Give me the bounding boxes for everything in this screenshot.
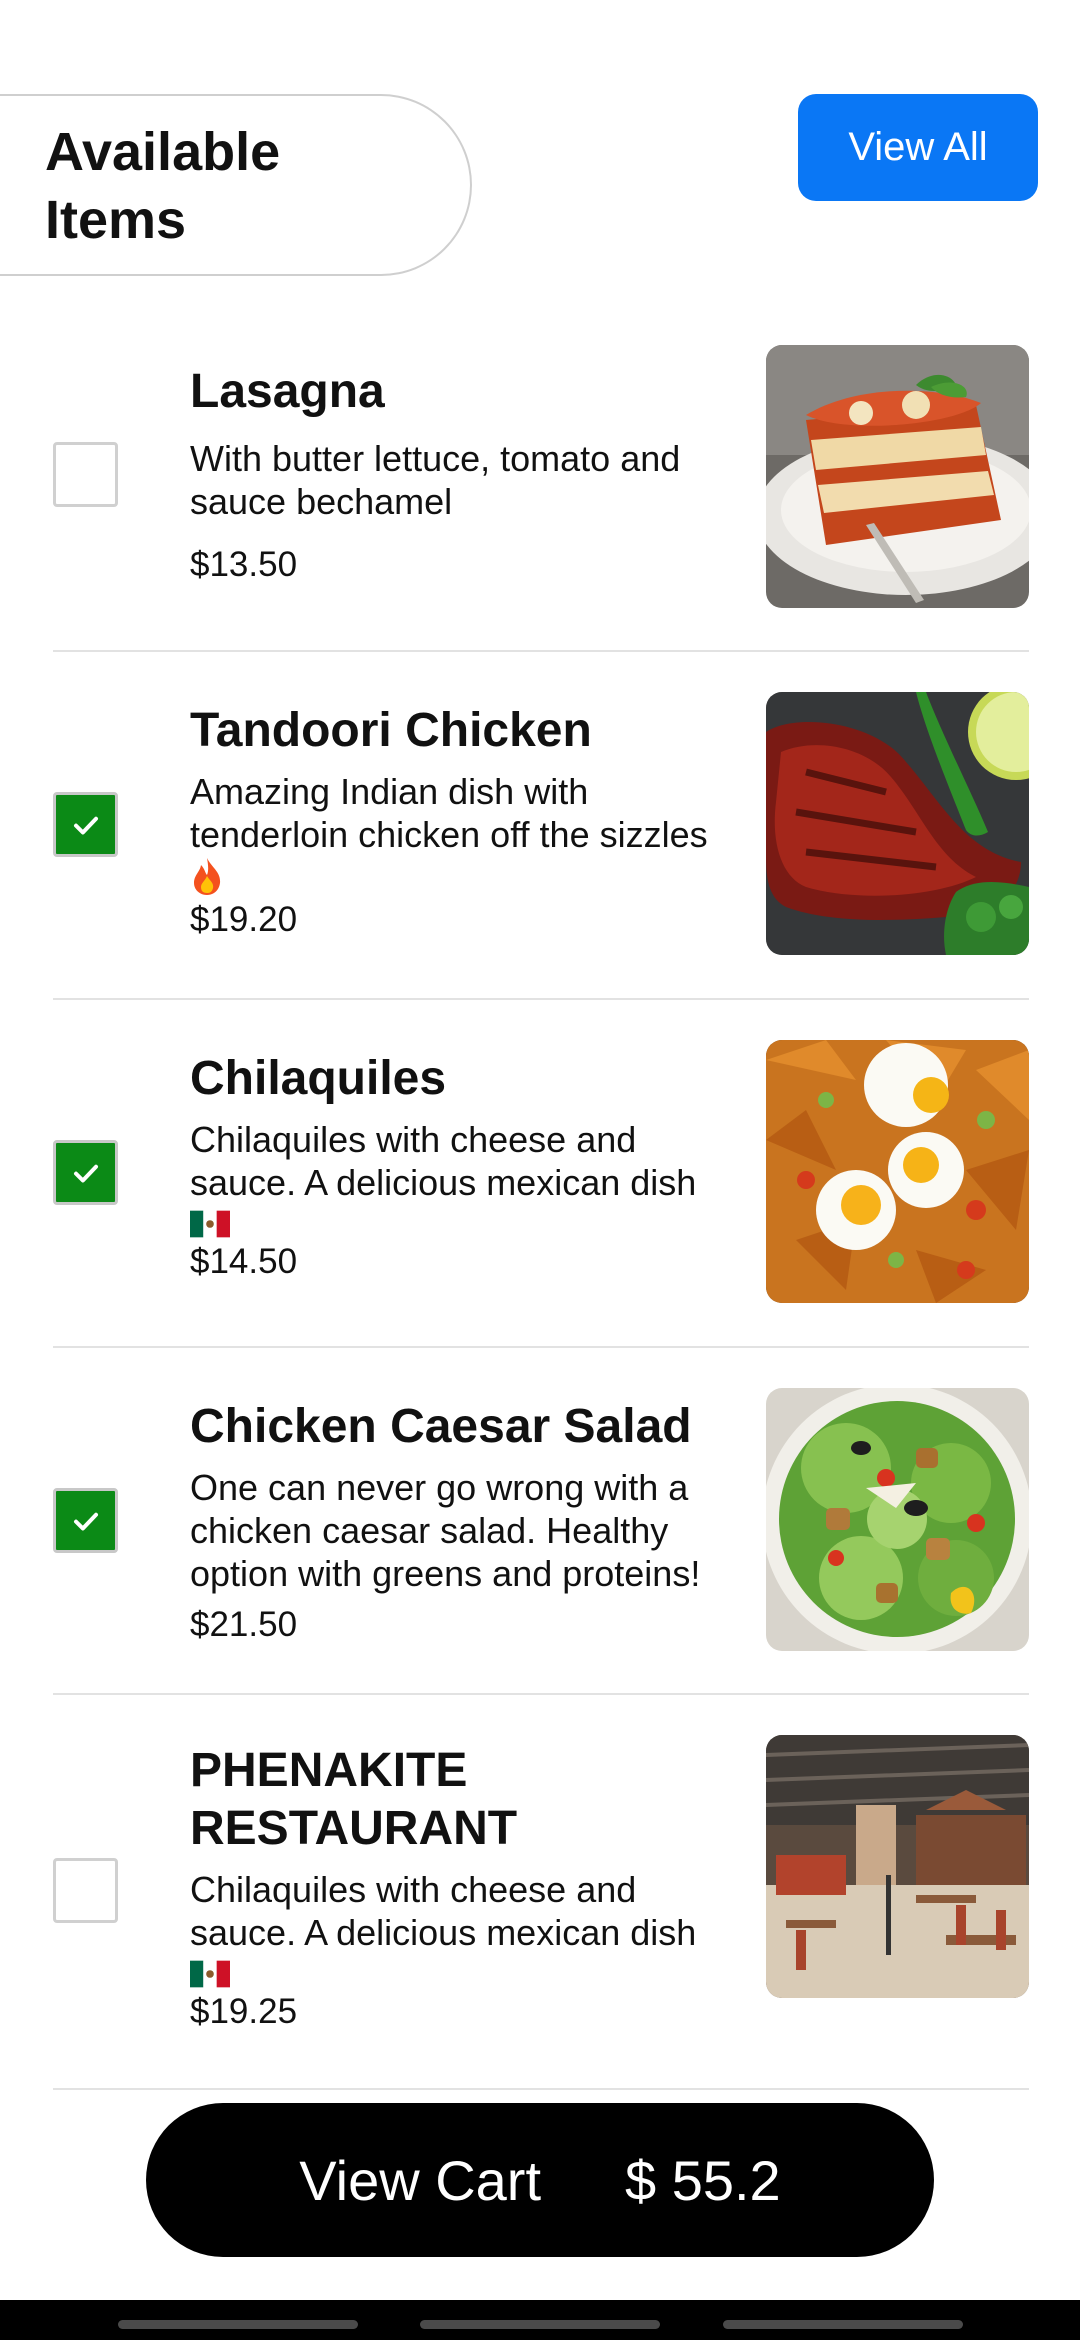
- item-checkbox[interactable]: [53, 1140, 118, 1205]
- item-name: PHENAKITE RESTAURANT: [190, 1744, 518, 1855]
- item-name: Chilaquiles: [190, 1052, 447, 1105]
- item-text: Lasagna With butter lettuce, tomato and …: [190, 363, 750, 587]
- divider: [53, 650, 1029, 652]
- nav-handle: [118, 2320, 358, 2329]
- item-description: Amazing Indian dish with tenderloin chic…: [190, 771, 708, 855]
- divider: [53, 1693, 1029, 1695]
- divider: [53, 998, 1029, 1000]
- item-text: Chilaquiles Chilaquiles with cheese and …: [190, 1050, 750, 1284]
- item-checkbox[interactable]: [53, 1858, 118, 1923]
- item-checkbox[interactable]: [53, 442, 118, 507]
- checkmark-icon: [73, 1512, 98, 1530]
- item-description: Chilaquiles with cheese and sauce. A del…: [190, 1119, 697, 1203]
- tandoori-chicken-image: [766, 692, 1029, 955]
- nav-handle: [420, 2320, 660, 2329]
- fire-emoji: [190, 856, 750, 896]
- item-description: Chilaquiles with cheese and sauce. A del…: [190, 1869, 697, 1953]
- item-text: Tandoori Chicken Amazing Indian dish wit…: [190, 702, 750, 942]
- system-navigation-bar: [0, 2300, 1080, 2340]
- chilaquiles-image: [766, 1040, 1029, 1303]
- mexico-flag-emoji: [190, 1954, 750, 1988]
- cart-total: $ 55.2: [625, 2148, 781, 2212]
- item-checkbox[interactable]: [53, 1488, 118, 1553]
- view-all-button[interactable]: View All: [798, 94, 1038, 201]
- item-description: With butter lettuce, tomato and sauce be…: [190, 438, 681, 522]
- divider: [53, 1346, 1029, 1348]
- section-header: Available Items: [0, 94, 472, 276]
- restaurant-interior-image: [766, 1735, 1029, 1998]
- item-price: $19.25: [190, 1992, 298, 2031]
- item-price: $21.50: [190, 1605, 298, 1644]
- caesar-salad-image: [766, 1388, 1029, 1651]
- mexico-flag-emoji: [190, 1204, 750, 1238]
- item-name: Chicken Caesar Salad: [190, 1400, 692, 1453]
- item-price: $14.50: [190, 1242, 298, 1281]
- cart-label: View Cart: [299, 2148, 541, 2212]
- view-cart-button[interactable]: View Cart $ 55.2: [146, 2103, 934, 2257]
- item-price: $13.50: [190, 545, 298, 584]
- page-title: Available Items: [45, 122, 281, 250]
- checkmark-icon: [73, 1164, 98, 1182]
- item-text: PHENAKITE RESTAURANT Chilaquiles with ch…: [190, 1742, 750, 2034]
- item-checkbox[interactable]: [53, 792, 118, 857]
- item-name: Tandoori Chicken: [190, 704, 592, 757]
- item-price: $19.20: [190, 900, 298, 939]
- nav-handle: [723, 2320, 963, 2329]
- item-name: Lasagna: [190, 365, 385, 418]
- checkmark-icon: [73, 816, 98, 834]
- item-text: Chicken Caesar Salad One can never go wr…: [190, 1398, 750, 1647]
- item-description: One can never go wrong with a chicken ca…: [190, 1467, 701, 1594]
- lasagna-image: [766, 345, 1029, 608]
- divider: [53, 2088, 1029, 2090]
